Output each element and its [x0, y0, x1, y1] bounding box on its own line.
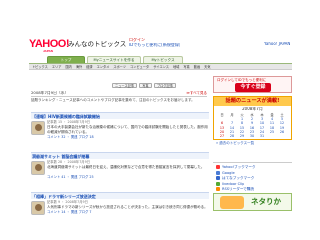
article-footer[interactable]: コメント 32 ・ 関連 ブログ 18 [47, 135, 209, 140]
register-now-button[interactable]: 今すぐ登録 [235, 83, 271, 92]
article-card: 「相棒」ドラマ新シリーズ放送決定 記事数 9 ・ 2008年7月9日 人気刑事ド… [31, 192, 209, 222]
yahoo-bookmark-icon [216, 165, 220, 169]
login-promo-banner: ログインしてIDでもっと便利に 今すぐ登録 [213, 76, 292, 93]
topics-calendar: 話題のニュースが満載! 2008年7月 日 月 火 水 木 金 土 1 2 3 … [213, 96, 292, 140]
nav-item[interactable]: 国内 [65, 65, 71, 69]
tab-create-site[interactable]: Myニュースサイトを作る [87, 56, 141, 63]
rss-reader-link[interactable]: RSSリーダーで購読 [216, 187, 254, 191]
main-tabbar: トップ Myニュースサイトを作る Myトピックス [29, 56, 292, 64]
article-thumbnail[interactable] [31, 161, 45, 175]
rss-item-label: Yahoo!ブックマーク [222, 165, 256, 169]
livedoor-icon [216, 181, 220, 186]
rss-item-label: はてなブックマーク [222, 176, 255, 180]
current-date: 2008年7月9日（水） [31, 91, 69, 95]
login-box[interactable]: ログイン IDでもっと便利に[新規登録] [129, 38, 180, 47]
nav-item[interactable]: サイエンス [153, 65, 169, 69]
date-row: 2008年7月9日（水） ≫すべて見る [31, 91, 207, 97]
bookmark-yahoo-link[interactable]: Yahoo!ブックマーク [216, 165, 256, 169]
nav-item[interactable]: コンピュータ [130, 65, 149, 69]
nav-item[interactable]: 地域 [173, 65, 179, 69]
calendar-day[interactable]: 30 [247, 134, 257, 138]
nav-item[interactable]: 動画 [194, 65, 200, 69]
article-title[interactable]: 【速報】HIV新薬候補の臨床試験開始 [31, 112, 209, 119]
yahoo-japan-link[interactable]: Yahoo! JAPAN [264, 42, 290, 47]
calendar-day[interactable] [277, 134, 287, 138]
nav-item[interactable]: スポーツ [113, 65, 126, 69]
filter-news-button[interactable]: ニュース記事 [112, 83, 137, 88]
article-thumbnail[interactable] [31, 201, 45, 215]
tab-my-topics[interactable]: Myトピックス [143, 56, 183, 63]
article-card: 洞爺湖サミット 首脳会議が閉幕 記事数 28 ・ 2008年7月9日 北海道洞爺… [31, 152, 209, 190]
calendar-grid: 日 月 火 水 木 金 土 1 2 3 4 5 6 7 8 9 10 11 12… [217, 112, 287, 138]
article-title[interactable]: 洞爺湖サミット 首脳会議が閉幕 [31, 152, 209, 159]
bookmark-google-link[interactable]: Google [216, 170, 235, 175]
intro-text: 話題ランキング・ニュース記事へのコメントやブログ記事を集めて、注目のトピックスを… [31, 98, 195, 102]
rss-item-label: livedoor Clip [222, 181, 245, 186]
nav-item[interactable]: トピックス [32, 65, 48, 69]
nav-item[interactable]: 経済 [86, 65, 92, 69]
calendar-day[interactable]: 27 [217, 134, 227, 138]
article-footer[interactable]: コメント 41 ・ 関連 ブログ 25 [47, 175, 209, 180]
article-card: 【速報】HIV新薬候補の臨床試験開始 記事数 15 ・ 2008年7月9日 日本… [31, 112, 209, 150]
calendar-month: 2008年7月 [242, 107, 263, 111]
logo-subtext: JAPAN [43, 49, 53, 53]
calendar-day[interactable] [267, 134, 277, 138]
nav-item[interactable]: エンタメ [97, 65, 110, 69]
past-topics-link[interactable]: » 過去のトピックス一覧 [216, 141, 254, 145]
article-title[interactable]: 「相棒」ドラマ新シリーズ放送決定 [31, 192, 209, 199]
tab-top[interactable]: トップ [47, 56, 85, 63]
nav-item[interactable]: 天気 [204, 65, 210, 69]
netarika-logo: ネタりか [251, 197, 281, 206]
rss-item-label: Google [222, 170, 235, 175]
logo-text: YAHOO! [29, 38, 70, 50]
article-thumbnail[interactable] [31, 121, 45, 135]
content-filter-tabs: ニュース記事 写真 ブログ記事 [112, 83, 177, 88]
bookmark-hatena-link[interactable]: はてなブックマーク [216, 176, 254, 180]
nav-item[interactable]: エリア [52, 65, 62, 69]
bookmark-livedoor-link[interactable]: livedoor Clip [216, 181, 245, 186]
rss-icon [216, 187, 220, 191]
article-body: 日本の大手製薬会社が新たな治療薬の候補について、国内での臨床試験を開始したと発表… [47, 125, 208, 134]
hatena-icon [216, 176, 220, 180]
calendar-title: 話題のニュースが満載! [214, 97, 291, 106]
promo-text: ログインしてIDでもっと便利に [217, 78, 267, 82]
filter-photo-button[interactable]: 写真 [139, 83, 152, 88]
article-footer[interactable]: コメント 14 ・ 関連 ブログ 7 [47, 210, 209, 215]
nav-item[interactable]: 海外 [76, 65, 82, 69]
calendar-day[interactable]: 31 [257, 134, 267, 138]
category-nav: トピックス エリア 国内 海外 経済 エンタメ スポーツ コンピュータ サイエン… [29, 64, 292, 70]
nav-item[interactable]: 写真 [183, 65, 189, 69]
article-body: 北海道洞爺湖サミットは最終日を迎え、温暖化対策などで合意を得た首脳宣言を採択して… [47, 165, 205, 169]
yahoo-logo[interactable]: YAHOO! JAPAN [29, 38, 70, 54]
see-all-link[interactable]: ≫すべて見る [186, 91, 207, 95]
google-icon [216, 170, 220, 175]
filter-blog-button[interactable]: ブログ記事 [153, 83, 176, 88]
register-link[interactable]: IDでもっと便利に[新規登録] [129, 43, 180, 48]
site-title: みんなのトピックス [68, 41, 127, 48]
banner-illustration [220, 196, 244, 209]
subscribe-box: Yahoo!ブックマーク Google はてなブックマーク livedoor C… [213, 162, 292, 192]
rss-item-label: RSSリーダーで購読 [222, 187, 254, 191]
calendar-day[interactable]: 29 [237, 134, 247, 138]
calendar-day[interactable]: 28 [227, 134, 237, 138]
netarika-banner[interactable]: ネタりか [213, 193, 292, 211]
